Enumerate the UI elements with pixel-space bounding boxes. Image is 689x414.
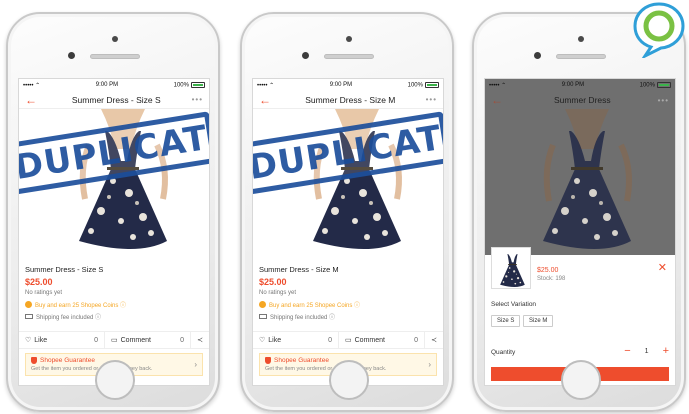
phone-screen-2: ••••• ⌃ 9:00 PM 100% ← Summer Dress - Si… xyxy=(252,78,444,386)
dress-photo xyxy=(485,109,675,269)
earpiece xyxy=(90,54,140,59)
signal-indicator: ••••• ⌃ xyxy=(23,82,41,89)
option-size-m[interactable]: Size M xyxy=(523,315,554,327)
plus-button[interactable]: + xyxy=(663,345,669,357)
earpiece xyxy=(556,54,606,59)
status-time: 9:00 PM xyxy=(329,82,353,88)
battery-icon xyxy=(656,81,671,88)
shield-icon xyxy=(265,357,271,364)
back-arrow-icon[interactable]: ← xyxy=(259,93,275,107)
coins-promo[interactable]: Buy and earn 25 Shopee Coins ⓘ xyxy=(25,300,203,309)
phone-mockup-1: ••••• ⌃ 9:00 PM 100% ← Summer Dress - Si… xyxy=(6,12,220,412)
truck-icon xyxy=(25,314,33,319)
chevron-right-icon: › xyxy=(428,360,431,369)
nav-bar: ← Summer Dress ••• xyxy=(485,91,675,109)
product-name: Summer Dress - Size M xyxy=(259,265,339,274)
heart-icon: ♡ xyxy=(259,337,266,344)
phone-screen-1: ••••• ⌃ 9:00 PM 100% ← Summer Dress - Si… xyxy=(18,78,210,386)
shipping-info[interactable]: Shipping fee included ⓘ xyxy=(259,312,437,321)
comment-icon: ▭ xyxy=(345,337,352,344)
product-image[interactable]: DUPLICATE xyxy=(253,109,443,259)
comment-icon: ▭ xyxy=(111,337,118,344)
close-icon[interactable]: ✕ xyxy=(658,261,667,274)
battery-icon xyxy=(190,81,205,88)
action-bar: ♡ Like 0 ▭ Comment 0 ≺ xyxy=(19,331,209,349)
like-button[interactable]: ♡ Like 0 xyxy=(19,332,105,348)
coin-icon xyxy=(25,301,32,308)
select-variation-label: Select Variation xyxy=(491,301,537,308)
home-button xyxy=(95,360,135,400)
more-options-icon[interactable]: ••• xyxy=(192,95,203,104)
like-count: 0 xyxy=(94,336,98,344)
battery-indicator: 100% xyxy=(174,81,205,88)
status-bar: ••••• ⌃ 9:00 PM 100% xyxy=(485,79,675,91)
nav-bar: ← Summer Dress - Size S ••• xyxy=(19,91,209,109)
stock-text: Stock: 198 xyxy=(537,276,566,282)
heart-icon: ♡ xyxy=(25,337,32,344)
product-name: Summer Dress - Size S xyxy=(25,265,104,274)
more-options-icon[interactable]: ••• xyxy=(426,95,437,104)
coins-promo[interactable]: Buy and earn 25 Shopee Coins ⓘ xyxy=(259,300,437,309)
ratings-text: No ratings yet xyxy=(259,290,297,296)
comment-count: 0 xyxy=(180,336,184,344)
front-sensor xyxy=(68,52,75,59)
chat-bubble-icon xyxy=(633,2,685,58)
product-price: $25.00 xyxy=(259,277,287,287)
page-title: Summer Dress xyxy=(553,95,611,105)
earpiece xyxy=(324,54,374,59)
truck-icon xyxy=(259,314,267,319)
phone-mockup-3: ••••• ⌃ 9:00 PM 100% ← Summer Dress ••• xyxy=(472,12,686,412)
like-button[interactable]: ♡ Like 0 xyxy=(253,332,339,348)
status-bar: ••••• ⌃ 9:00 PM 100% xyxy=(253,79,443,91)
phone-mockup-2: ••••• ⌃ 9:00 PM 100% ← Summer Dress - Si… xyxy=(240,12,454,412)
status-bar: ••••• ⌃ 9:00 PM 100% xyxy=(19,79,209,91)
action-bar: ♡ Like 0 ▭ Comment 0 ≺ xyxy=(253,331,443,349)
shipping-info[interactable]: Shipping fee included ⓘ xyxy=(25,312,203,321)
comment-button[interactable]: ▭ Comment 0 xyxy=(339,332,425,348)
front-camera xyxy=(112,36,118,42)
signal-indicator: ••••• ⌃ xyxy=(257,82,275,89)
product-image[interactable]: DUPLICATE xyxy=(19,109,209,259)
status-time: 9:00 PM xyxy=(95,82,119,88)
quantity-value[interactable]: 1 xyxy=(645,348,649,355)
guarantee-title: Shopee Guarantee xyxy=(40,357,95,364)
quantity-label: Quantity xyxy=(491,349,516,356)
variation-thumbnail xyxy=(491,247,531,289)
home-button xyxy=(329,360,369,400)
back-arrow-icon[interactable]: ← xyxy=(491,93,507,107)
back-arrow-icon[interactable]: ← xyxy=(25,93,41,107)
ratings-text: No ratings yet xyxy=(25,290,63,296)
dimmed-product-image[interactable] xyxy=(485,109,675,269)
share-icon[interactable]: ≺ xyxy=(425,332,443,348)
share-icon[interactable]: ≺ xyxy=(191,332,209,348)
front-sensor xyxy=(302,52,309,59)
product-price: $25.00 xyxy=(25,277,53,287)
guarantee-title: Shopee Guarantee xyxy=(274,357,329,364)
like-count: 0 xyxy=(328,336,332,344)
shield-icon xyxy=(31,357,37,364)
front-camera xyxy=(578,36,584,42)
coin-icon xyxy=(259,301,266,308)
battery-icon xyxy=(424,81,439,88)
variation-price: $25.00 xyxy=(537,267,559,274)
quantity-stepper: − 1 + xyxy=(624,345,669,357)
chevron-right-icon: › xyxy=(194,360,197,369)
page-title: Summer Dress - Size M xyxy=(305,94,396,105)
front-sensor xyxy=(534,52,541,59)
minus-button[interactable]: − xyxy=(624,345,630,357)
signal-indicator: ••••• ⌃ xyxy=(489,82,507,89)
battery-indicator: 100% xyxy=(408,81,439,88)
comment-count: 0 xyxy=(414,336,418,344)
nav-bar: ← Summer Dress - Size M ••• xyxy=(253,91,443,109)
phone-screen-3: ••••• ⌃ 9:00 PM 100% ← Summer Dress ••• xyxy=(484,78,676,386)
home-button xyxy=(561,360,601,400)
option-size-s[interactable]: Size S xyxy=(491,315,521,327)
battery-indicator: 100% xyxy=(640,81,671,88)
more-options-icon[interactable]: ••• xyxy=(658,96,669,105)
comment-button[interactable]: ▭ Comment 0 xyxy=(105,332,191,348)
page-title: Summer Dress - Size S xyxy=(71,94,161,105)
status-time: 9:00 PM xyxy=(561,82,585,88)
front-camera xyxy=(346,36,352,42)
